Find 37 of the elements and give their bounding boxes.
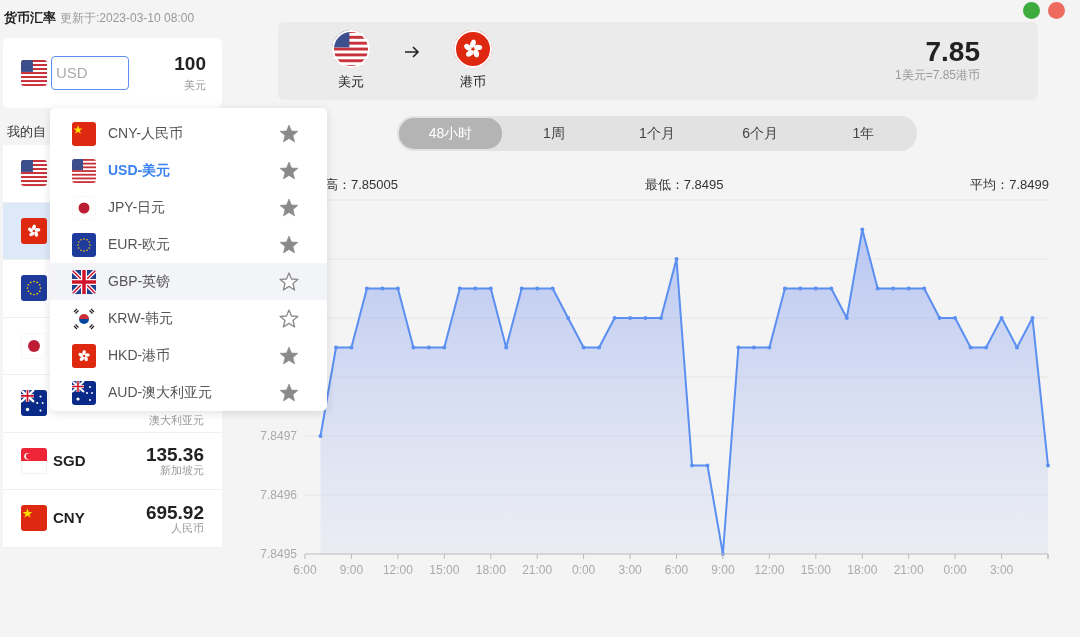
amount-value: 100 xyxy=(174,54,206,75)
currency-name: 澳大利亚元 xyxy=(149,414,204,427)
currency-name: 港币 xyxy=(460,73,486,92)
axis-label: 0:00 xyxy=(943,562,967,577)
axis-label: 6:00 xyxy=(293,562,317,577)
stat-value: 最低：7.8495 xyxy=(644,176,724,194)
axis-label: 9:00 xyxy=(711,562,735,577)
currency-code: SGD xyxy=(53,450,86,471)
currency-name: 新加坡元 xyxy=(159,464,204,477)
axis-label: 6:00 xyxy=(664,562,689,577)
app-title: 货币汇率 xyxy=(4,9,56,27)
amount-value: 135.36 xyxy=(145,445,204,465)
currency-name: 美元 xyxy=(338,73,364,92)
stat-value: 平均：7.8499 xyxy=(970,176,1049,194)
section-title: 我的自 xyxy=(7,122,46,141)
axis-label: 15:00 xyxy=(429,562,460,577)
axis-label: 0:00 xyxy=(571,562,596,577)
currency-name: 美元 xyxy=(183,78,206,91)
currency-name: 人民币 xyxy=(170,521,204,534)
axis-label: 7.8495 xyxy=(260,546,297,561)
update-time: 更新于:2023-03-10 08:00 xyxy=(60,10,195,27)
axis-label: 3:00 xyxy=(618,562,642,577)
amount-value: 695.92 xyxy=(145,502,204,522)
axis-label: 7.8496 xyxy=(260,487,297,502)
axis-label: 21:00 xyxy=(522,562,553,577)
axis-label: 18:00 xyxy=(847,562,878,577)
exchange-rate: 7.85 xyxy=(924,38,980,66)
axis-label: 7.8497 xyxy=(260,428,297,443)
axis-label: 9:00 xyxy=(339,562,364,577)
currency-code: CNY xyxy=(53,508,85,528)
axis-label: 18:00 xyxy=(475,562,506,577)
axis-label: 12:00 xyxy=(754,562,785,577)
axis-label: 3:00 xyxy=(989,562,1014,577)
axis-label: 12:00 xyxy=(382,562,413,577)
rate-formula: 1美元=7.85港币 xyxy=(894,67,980,84)
axis-label: 21:00 xyxy=(893,562,924,577)
axis-label: 15:00 xyxy=(800,562,831,577)
